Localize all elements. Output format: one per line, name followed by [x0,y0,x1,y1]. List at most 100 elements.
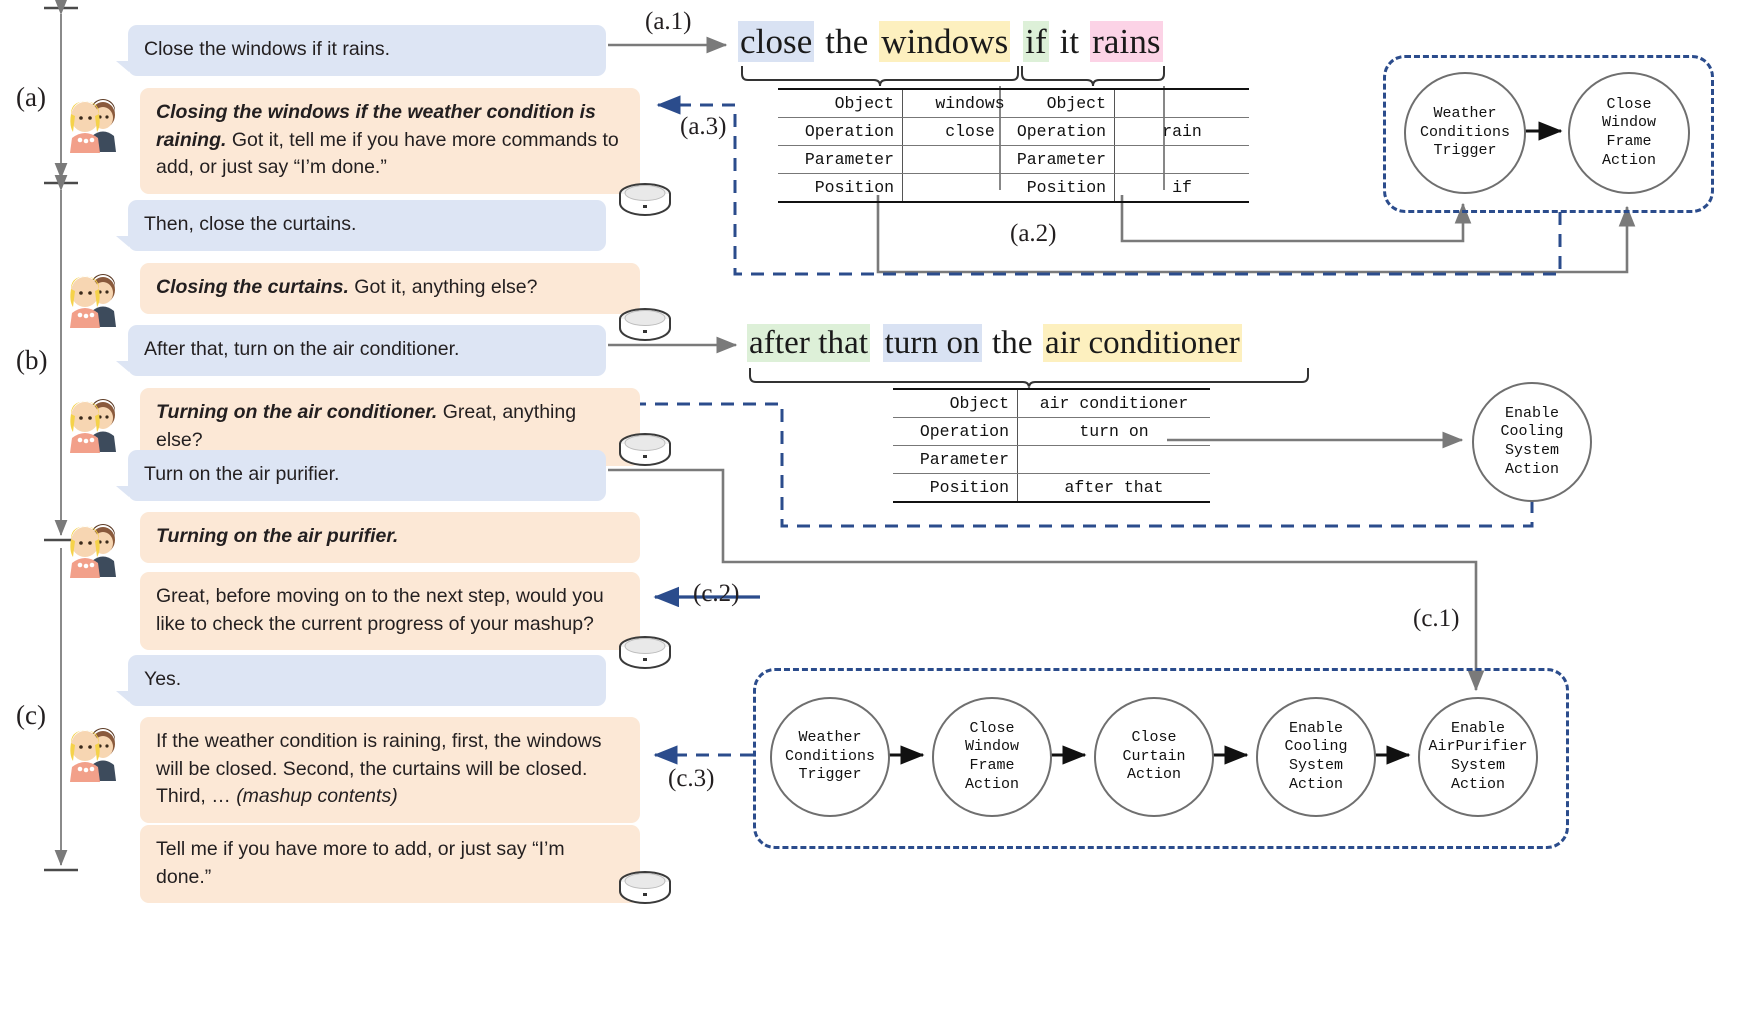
row-value: turn on [1017,417,1210,446]
section-bracket-b [44,175,78,542]
token-filler: the [816,22,878,61]
chat-bubble-user[interactable]: Yes. [128,655,606,706]
smart-speaker-icon [617,868,673,908]
table-row: Position after that [893,473,1210,503]
bubble-emphasis: Turning on the air conditioner. [156,401,438,423]
token-filler: it [1050,22,1089,61]
section-label-a: (a) [16,82,46,112]
table-row: Parameter [893,445,1210,474]
row-key: Position [990,173,1115,203]
brace-sentence1-left [741,66,1019,87]
chat-bubble-user[interactable]: Close the windows if it rains. [128,25,606,76]
graph-node-enable-cooling[interactable]: Enable Cooling System Action [1472,382,1592,502]
row-key: Parameter [990,145,1115,174]
callout-a2: (a.2) [1010,220,1057,247]
chat-bubble-user[interactable]: Turn on the air purifier. [128,450,606,501]
row-value [1114,145,1249,174]
chat-bubble-agent[interactable]: Tell me if you have more to add, or just… [140,825,640,904]
row-value [1114,88,1249,118]
section-label-c: (c) [16,700,46,730]
token-position: if [1023,21,1049,62]
row-value: rain [1114,117,1249,146]
row-key: Operation [990,117,1115,146]
bubble-text: Got it, anything else? [348,276,538,298]
table-row: Parameter [990,145,1249,174]
smart-speaker-icon [617,430,673,470]
brace-sentence2 [749,368,1309,389]
token-object: windows [879,21,1011,62]
node-label: Close Window Frame Action [1601,95,1656,169]
chat-bubble-user[interactable]: Then, close the curtains. [128,200,606,251]
node-label: Enable Cooling System Action [1500,404,1564,478]
chat-bubble-agent[interactable]: Closing the windows if the weather condi… [140,88,640,195]
chat-bubble-agent[interactable]: If the weather condition is raining, fir… [140,717,640,824]
user-avatar [62,396,124,454]
node-label: Weather Conditions Trigger [1419,104,1510,160]
user-avatar [62,725,124,783]
graph-node-enable-cooling[interactable]: Enable Cooling System Action [1256,697,1376,817]
chat-bubble-agent[interactable]: Closing the curtains. Got it, anything e… [140,263,640,314]
user-avatar [62,96,124,154]
row-value: if [1114,173,1249,203]
parsed-sentence-1: close the windows if it rains [738,21,1163,62]
graph-node-enable-airpurifier[interactable]: Enable AirPurifier System Action [1418,697,1538,817]
token-object: air conditioner [1042,324,1242,362]
table-row: Position if [990,173,1249,203]
token-operation: close [738,21,815,62]
row-key: Parameter [893,445,1018,474]
smart-speaker-icon [617,305,673,345]
bubble-emphasis: Closing the curtains. [156,276,349,298]
parse-table-air-conditioner: Object air conditioner Operation turn on P… [893,388,1210,503]
bubble-text: After that, turn on the air conditioner. [144,338,460,360]
node-label: Close Window Frame Action [964,719,1019,793]
table-row: Object air conditioner [893,388,1210,418]
table-row: Operation rain [990,117,1249,146]
callout-c1: (c.1) [1413,605,1460,632]
bubble-tail [116,236,129,247]
graph-node-close-curtain[interactable]: Close Curtain Action [1094,697,1214,817]
table-row: Object [990,88,1249,118]
bubble-text: Close the windows if it rains. [144,38,391,60]
token-position: after that [747,324,871,362]
chat-bubble-agent[interactable]: Great, before moving on to the next step… [140,572,640,651]
token-operation: turn on [882,324,982,362]
row-key: Object [990,88,1115,118]
row-value: after that [1017,473,1210,503]
callout-a3: (a.3) [680,113,727,140]
user-avatar [62,271,124,329]
bubble-tail [116,691,129,702]
chat-bubble-agent[interactable]: Turning on the air purifier. [140,512,640,563]
graph-node-weather-trigger[interactable]: Weather Conditions Trigger [1404,72,1526,194]
node-label: Enable AirPurifier System Action [1428,719,1528,793]
bubble-text: Then, close the curtains. [144,213,357,235]
figure-canvas: (a) (b) (c) Close the windows if it rain… [0,0,1742,1025]
row-value [1017,445,1210,474]
token-trigger: rains [1090,21,1163,62]
bubble-emphasis: Turning on the air purifier. [156,525,399,547]
callout-c2: (c.2) [693,580,740,607]
chat-bubble-user[interactable]: After that, turn on the air conditioner. [128,325,606,376]
bubble-text: Tell me if you have more to add, or just… [156,838,565,888]
bubble-text: Turn on the air purifier. [144,463,340,485]
bubble-text: Got it, tell me if you have more command… [156,128,619,179]
graph-node-weather-trigger[interactable]: Weather Conditions Trigger [770,697,890,817]
graph-node-close-window[interactable]: Close Window Frame Action [1568,72,1690,194]
callout-c3: (c.3) [668,765,715,792]
row-key: Operation [893,417,1018,446]
section-bracket-c [44,548,78,872]
bubble-tail [116,361,129,372]
graph-node-close-window[interactable]: Close Window Frame Action [932,697,1052,817]
row-key: Object [778,88,903,118]
smart-speaker-icon [617,633,673,673]
row-value: air conditioner [1017,388,1210,418]
parse-table-trigger: Object Operation rain Parameter Position i… [990,88,1249,203]
section-label-b: (b) [16,345,48,375]
parsed-sentence-2: after that turn on the air conditioner [747,324,1242,362]
bubble-text: Yes. [144,668,182,690]
node-label: Weather Conditions Trigger [784,728,875,784]
smart-speaker-icon [617,180,673,220]
user-avatar [62,521,124,579]
table-row: Operation turn on [893,417,1210,446]
